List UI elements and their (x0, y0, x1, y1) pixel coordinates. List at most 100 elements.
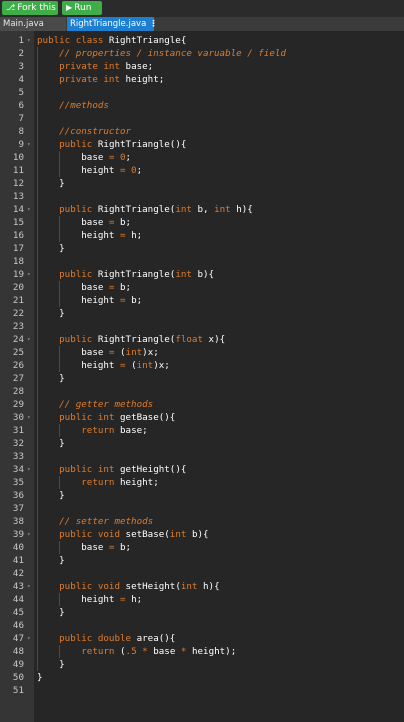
line-number: 29 (12, 399, 24, 410)
tab-menu-icon[interactable]: ⋮ (149, 19, 158, 29)
fold-arrow-icon[interactable]: ▾ (27, 138, 31, 151)
code-line[interactable]: 1 ▾ public class RightTriangle{ (0, 34, 404, 47)
code-line[interactable]: 4 private int height; (0, 73, 404, 86)
code-token: h; (131, 594, 143, 605)
toolbar: ⎇ Fork this ▶ Run (0, 0, 404, 17)
code-token: = (119, 594, 132, 605)
code-line[interactable]: 41 } (0, 554, 404, 567)
code-line[interactable]: 15 base = b; (0, 216, 404, 229)
code-line[interactable]: 43 ▾ public void setHeight(int h){ (0, 580, 404, 593)
code-line[interactable]: 2 // properties / instance varuable / fi… (0, 47, 404, 60)
code-line[interactable]: 23 (0, 320, 404, 333)
tab-label: Main.java (3, 19, 44, 29)
code-token: public double (59, 633, 137, 644)
code-line[interactable]: 38 // setter methods (0, 515, 404, 528)
code-line[interactable]: 32 } (0, 437, 404, 450)
code-line[interactable]: 17 } (0, 242, 404, 255)
code-line[interactable]: 25 base = (int)x; (0, 346, 404, 359)
code-line[interactable]: 40 base = b; (0, 541, 404, 554)
code-line[interactable]: 35 return height; (0, 476, 404, 489)
code-token: int (136, 360, 154, 371)
code-line[interactable]: 30 ▾ public int getBase(){ (0, 411, 404, 424)
code-line[interactable]: 10 base = 0; (0, 151, 404, 164)
line-number: 17 (12, 243, 24, 254)
code-line[interactable]: 37 (0, 502, 404, 515)
code-token: height (37, 230, 120, 241)
code-text: base = b; (37, 216, 131, 229)
fold-arrow-icon[interactable]: ▾ (27, 203, 31, 216)
code-line[interactable]: 28 (0, 385, 404, 398)
code-line[interactable]: 51 (0, 684, 404, 697)
code-line[interactable]: 22 } (0, 307, 404, 320)
fold-arrow-icon[interactable]: ▾ (27, 528, 31, 541)
code-editor[interactable]: 1 ▾ public class RightTriangle{2 // proper… (0, 31, 404, 722)
code-line[interactable]: 45 } (0, 606, 404, 619)
code-line[interactable]: 31 return base; (0, 424, 404, 437)
fold-arrow-icon[interactable]: ▾ (27, 580, 31, 593)
code-token: = (119, 295, 132, 306)
file-tabs: Main.java RightTriangle.java ⋮ (0, 17, 404, 31)
code-line[interactable]: 18 (0, 255, 404, 268)
code-line[interactable]: 46 (0, 619, 404, 632)
code-line[interactable]: 36 } (0, 489, 404, 502)
code-line[interactable]: 3 private int base; (0, 60, 404, 73)
fold-arrow-icon[interactable]: ▾ (27, 411, 31, 424)
code-line[interactable]: 14 ▾ public RightTriangle(int b, int h){ (0, 203, 404, 216)
code-line[interactable]: 21 height = b; (0, 294, 404, 307)
code-line[interactable]: 47 ▾ public double area(){ (0, 632, 404, 645)
line-number: 32 (12, 438, 24, 449)
fold-arrow-icon[interactable]: ▾ (27, 632, 31, 645)
code-line[interactable]: 6 //methods (0, 99, 404, 112)
code-text: // setter methods (37, 515, 153, 528)
tab-main-java[interactable]: Main.java (0, 17, 66, 31)
code-text: base = (int)x; (37, 346, 159, 359)
code-token: base; (120, 425, 148, 436)
code-text: return (.5 * base * height); (37, 645, 236, 658)
code-line[interactable]: 26 height = (int)x; (0, 359, 404, 372)
code-token: ; (125, 152, 132, 163)
code-line[interactable]: 9 ▾ public RightTriangle(){ (0, 138, 404, 151)
code-token: base; (125, 61, 154, 72)
code-line[interactable]: 34 ▾ public int getHeight(){ (0, 463, 404, 476)
line-number: 51 (12, 685, 24, 696)
code-line[interactable]: 39 ▾ public void setBase(int b){ (0, 528, 404, 541)
code-line[interactable]: 13 (0, 190, 404, 203)
code-text: height = 0; (37, 164, 142, 177)
code-line[interactable]: 44 height = h; (0, 593, 404, 606)
code-token: float (175, 334, 209, 345)
code-line[interactable]: 19 ▾ public RightTriangle(int b){ (0, 268, 404, 281)
tab-righttriangle-java[interactable]: RightTriangle.java ⋮ (67, 17, 158, 31)
code-token: int (169, 529, 192, 540)
code-line[interactable]: 16 height = h; (0, 229, 404, 242)
fork-icon: ⎇ (6, 3, 16, 12)
fork-button[interactable]: ⎇ Fork this (2, 1, 58, 15)
code-token: getHeight(){ (120, 464, 187, 475)
code-line[interactable]: 33 (0, 450, 404, 463)
code-token: = (108, 347, 120, 358)
code-line[interactable]: 48 return (.5 * base * height); (0, 645, 404, 658)
code-line[interactable]: 29 // getter methods (0, 398, 404, 411)
code-token: * (180, 646, 192, 657)
code-line[interactable]: 24 ▾ public RightTriangle(float x){ (0, 333, 404, 346)
code-line[interactable]: 20 base = b; (0, 281, 404, 294)
fold-arrow-icon[interactable]: ▾ (27, 268, 31, 281)
code-line[interactable]: 49 } (0, 658, 404, 671)
fold-arrow-icon[interactable]: ▾ (27, 34, 31, 47)
code-line[interactable]: 5 (0, 86, 404, 99)
code-line[interactable]: 8 //constructor (0, 125, 404, 138)
code-token: return (81, 425, 120, 436)
fold-arrow-icon[interactable]: ▾ (27, 463, 31, 476)
code-line[interactable]: 42 (0, 567, 404, 580)
line-number: 47 (12, 633, 24, 644)
code-token: public (59, 334, 98, 345)
run-button[interactable]: ▶ Run (62, 1, 102, 15)
code-line[interactable]: 7 (0, 112, 404, 125)
code-text: } (37, 437, 65, 450)
code-token: } (37, 607, 65, 618)
fold-arrow-icon[interactable]: ▾ (27, 333, 31, 346)
code-line[interactable]: 50} (0, 671, 404, 684)
code-line[interactable]: 12 } (0, 177, 404, 190)
code-line[interactable]: 27 } (0, 372, 404, 385)
code-line[interactable]: 11 height = 0; (0, 164, 404, 177)
